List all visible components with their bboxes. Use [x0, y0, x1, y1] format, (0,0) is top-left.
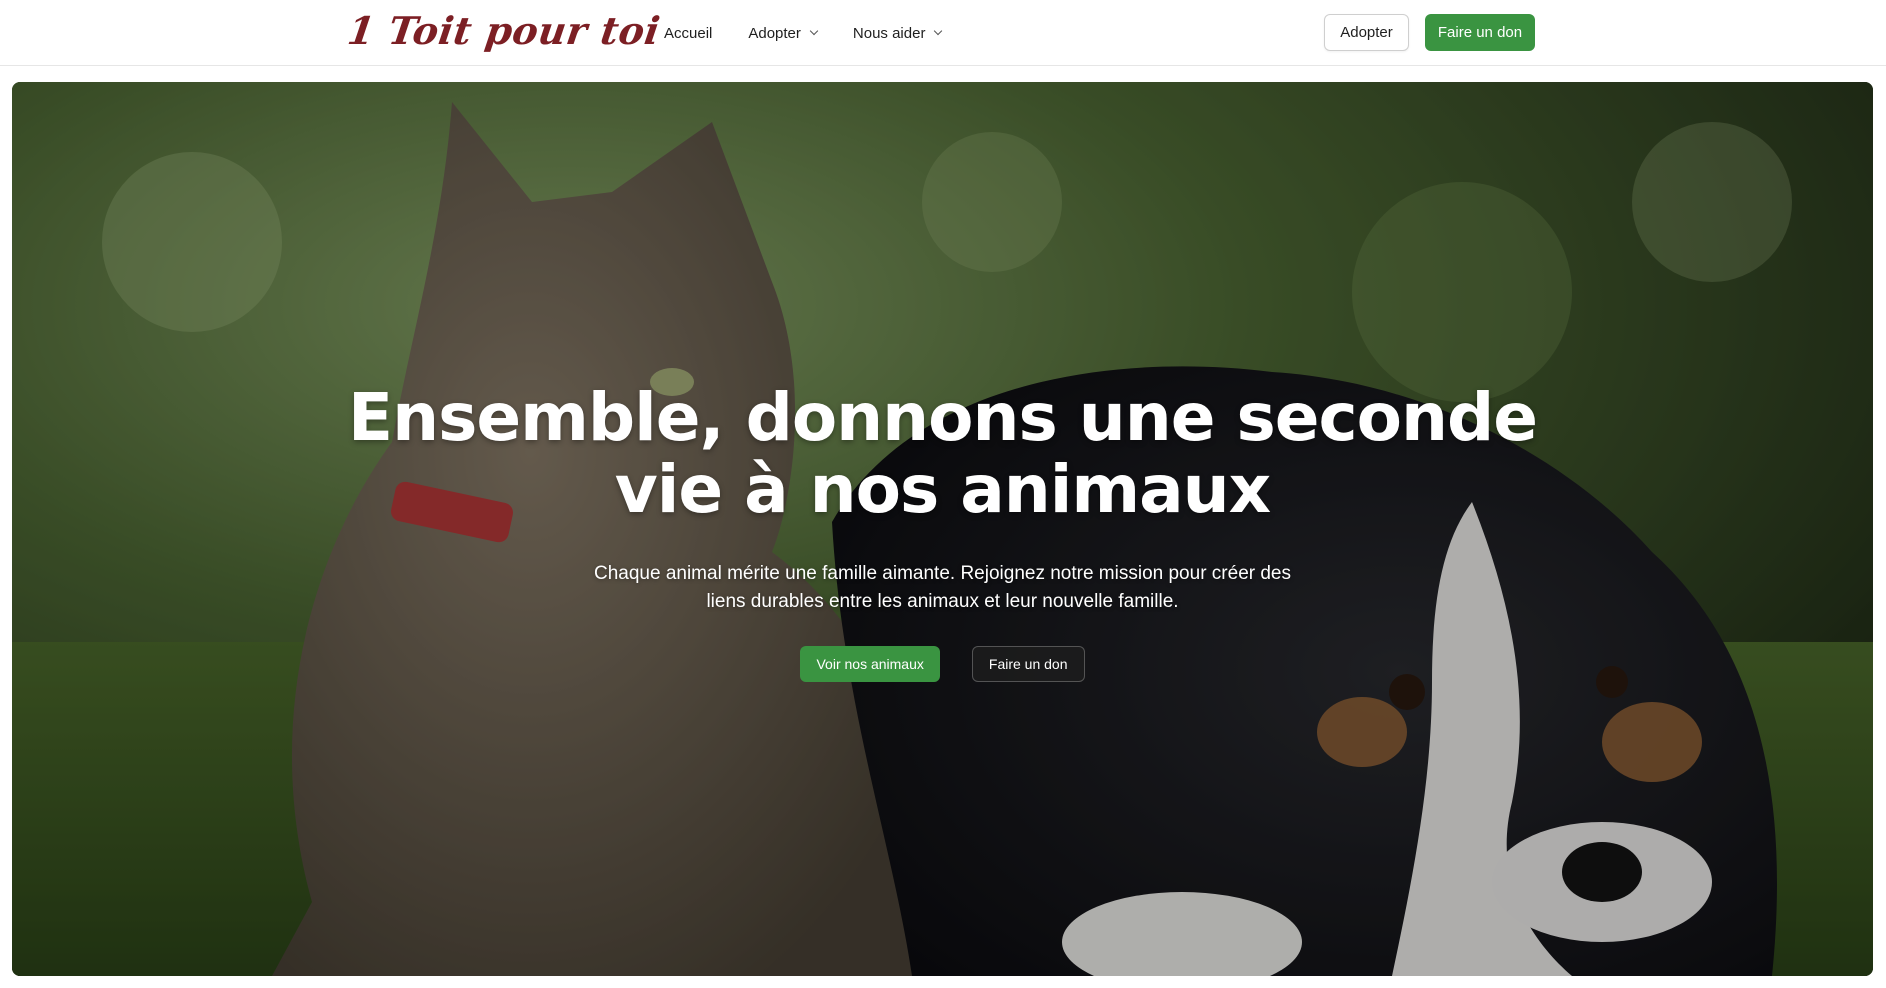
hero-actions: Voir nos animaux Faire un don [12, 646, 1873, 682]
nav-item-adopter[interactable]: Adopter [748, 24, 819, 42]
main-nav: Accueil Adopter Nous aider [664, 0, 943, 66]
hero-subtitle: Chaque animal mérite une famille aimante… [593, 563, 1292, 612]
nav-item-label: Nous aider [852, 24, 926, 42]
hero-title: Ensemble, donnons une seconde vie à nos … [348, 379, 1538, 528]
chevron-down-icon [934, 26, 943, 36]
site-header: 1 Toit pour toi Accueil Adopter Nous aid… [0, 0, 1886, 66]
nav-item-label: Adopter [748, 24, 801, 42]
see-animals-button[interactable]: Voir nos animaux [800, 646, 940, 682]
hero-content: Ensemble, donnons une seconde vie à nos … [12, 382, 1873, 682]
nav-item-label: Accueil [664, 24, 713, 42]
adopt-button[interactable]: Adopter [1324, 14, 1409, 51]
nav-item-accueil[interactable]: Accueil [664, 25, 712, 42]
site-logo[interactable]: 1 Toit pour toi [344, 6, 663, 56]
donate-button[interactable]: Faire un don [1425, 14, 1535, 51]
chevron-down-icon [809, 26, 819, 36]
nav-item-nous-aider[interactable]: Nous aider [852, 24, 943, 42]
hero-donate-button[interactable]: Faire un don [971, 646, 1085, 682]
hero-section: Ensemble, donnons une seconde vie à nos … [12, 82, 1873, 976]
